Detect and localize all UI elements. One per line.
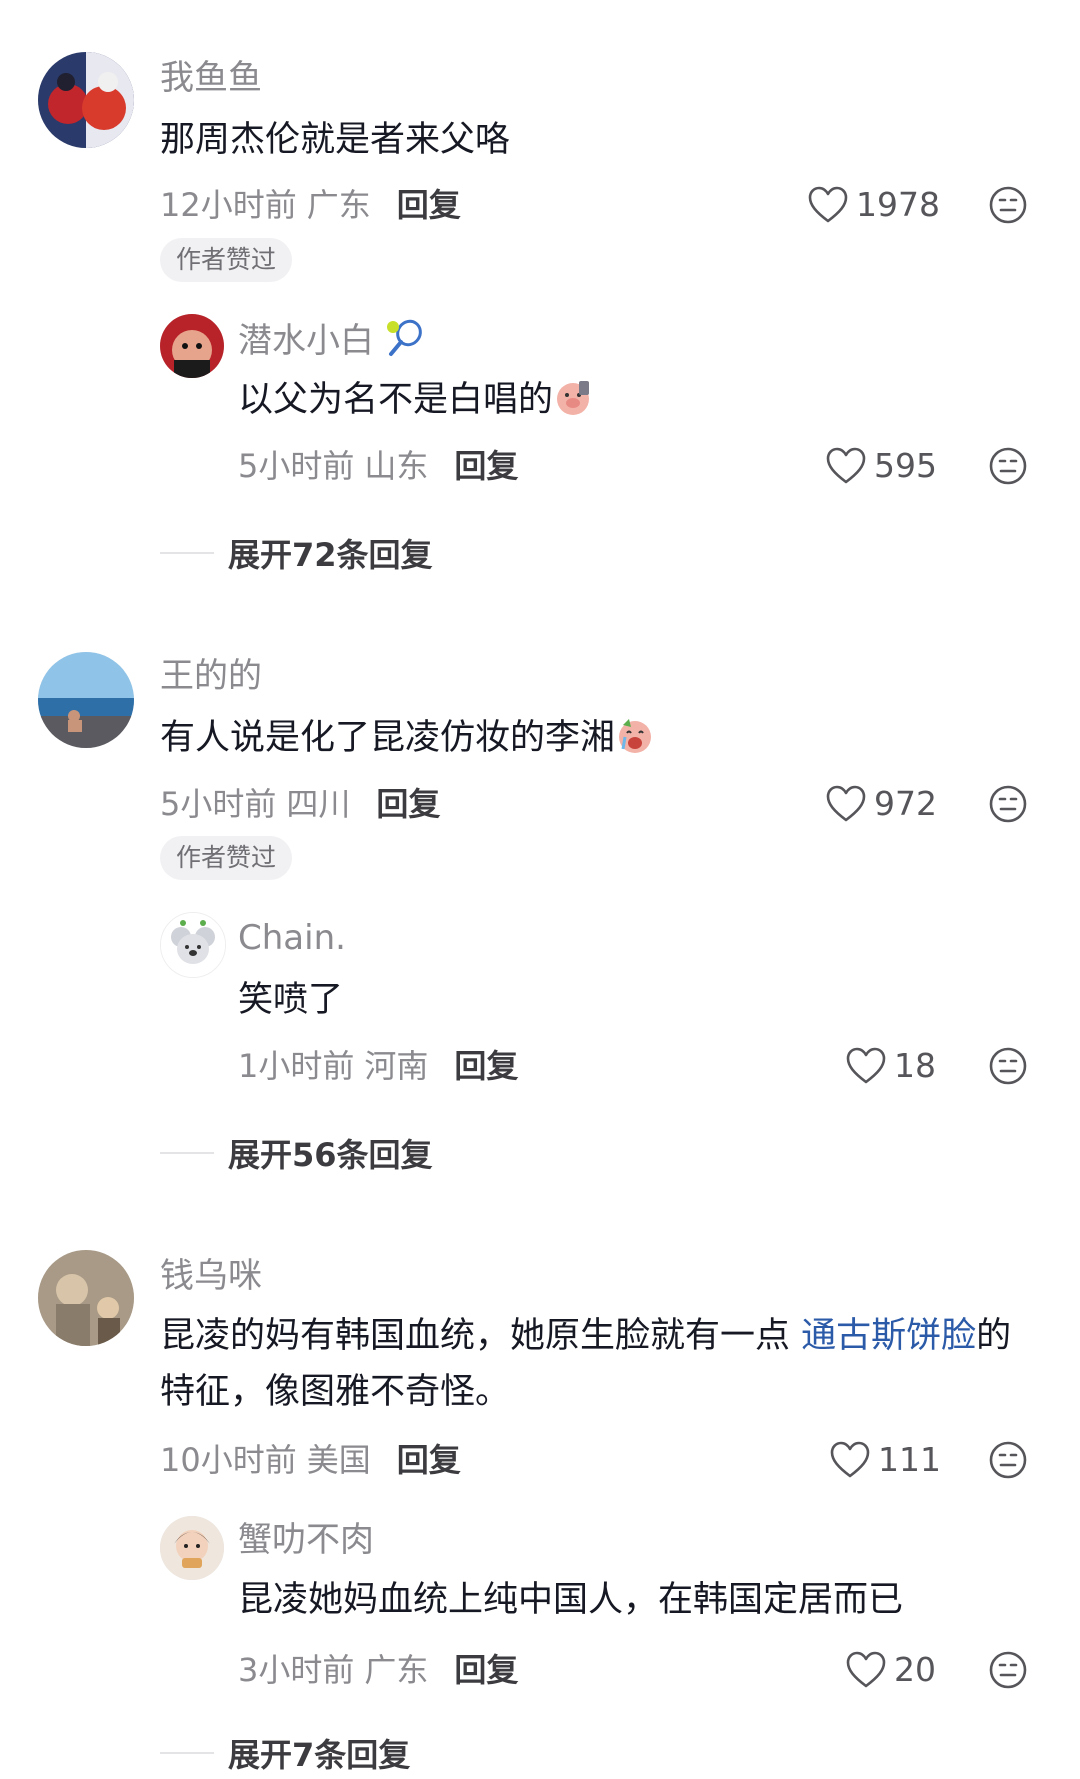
comment-username[interactable]: 王的的 — [160, 656, 262, 696]
avatar[interactable] — [160, 912, 226, 978]
like-count: 111 — [878, 1440, 941, 1479]
reply-region: 广东 — [364, 1651, 429, 1689]
reply-region: 河南 — [364, 1047, 429, 1085]
tennis-racket-icon — [386, 319, 422, 356]
heart-outline-icon — [826, 785, 866, 823]
comment-time: 5小时前 — [160, 785, 277, 823]
comment-region: 广东 — [306, 186, 371, 224]
like-count: 972 — [874, 784, 937, 823]
like-button[interactable]: 111 — [830, 1440, 941, 1480]
comment-region: 美国 — [306, 1441, 371, 1479]
divider — [160, 1152, 214, 1154]
comment-username[interactable]: 钱乌咪 — [160, 1256, 262, 1296]
reply-username[interactable]: 潜水小白 — [238, 318, 425, 361]
heart-outline-icon — [826, 447, 866, 485]
reply-button[interactable]: 回复 — [376, 785, 440, 823]
heart-outline-icon — [830, 1441, 870, 1479]
like-count: 20 — [894, 1650, 936, 1689]
comment-username[interactable]: 我鱼鱼 — [160, 58, 262, 98]
comment-text: 那周杰伦就是者来父咯 — [160, 120, 511, 160]
heart-outline-icon — [846, 1047, 886, 1085]
like-button[interactable]: 595 — [826, 446, 937, 486]
like-count: 595 — [874, 446, 937, 485]
reply-time: 1小时前 — [238, 1047, 355, 1085]
emoji-reaction-icon[interactable] — [988, 185, 1028, 225]
reply-meta: 5小时前 山东 回复 — [238, 446, 518, 486]
comment-meta: 10小时前 美国 回复 — [160, 1440, 461, 1480]
avatar[interactable] — [38, 1250, 134, 1346]
emoji-reaction-icon[interactable] — [988, 1440, 1028, 1480]
comment-text: 昆凌的妈有韩国血统，她原生脸就有一点 通古斯饼脸的特征，像图雅不奇怪。 — [160, 1316, 1012, 1412]
comment-meta: 12小时前 广东 回复 — [160, 185, 461, 225]
like-button[interactable]: 972 — [826, 784, 937, 824]
expand-replies-button[interactable]: 展开56条回复 — [160, 1130, 433, 1176]
author-liked-badge: 作者赞过 — [160, 836, 293, 880]
reply-region: 山东 — [364, 447, 429, 485]
like-count: 18 — [894, 1046, 936, 1085]
emoji-reaction-icon[interactable] — [988, 1650, 1028, 1690]
avatar[interactable] — [160, 314, 224, 378]
divider — [160, 1752, 214, 1754]
reply-meta: 3小时前 广东 回复 — [238, 1650, 518, 1690]
reply-button[interactable]: 回复 — [397, 1441, 461, 1479]
reply-text: 笑喷了 — [238, 980, 344, 1020]
reply-button[interactable]: 回复 — [397, 186, 461, 224]
avatar[interactable] — [160, 1516, 224, 1580]
reply-time: 3小时前 — [238, 1651, 355, 1689]
reply-username[interactable]: Chain. — [238, 918, 346, 958]
emoji-reaction-icon[interactable] — [988, 1046, 1028, 1086]
like-button[interactable]: 18 — [846, 1046, 936, 1086]
like-count: 1978 — [856, 185, 940, 224]
divider — [160, 552, 214, 554]
reply-meta: 1小时前 河南 回复 — [238, 1046, 518, 1086]
heart-outline-icon — [846, 1651, 886, 1689]
author-liked-badge: 作者赞过 — [160, 238, 293, 282]
avatar[interactable] — [38, 652, 134, 748]
expand-replies-button[interactable]: 展开7条回复 — [160, 1730, 410, 1776]
crying-piggy-emoji-icon — [619, 719, 652, 753]
reply-text: 以父为名不是白唱的 — [238, 372, 978, 428]
reply-button[interactable]: 回复 — [454, 1047, 518, 1085]
piggy-face-emoji-icon — [557, 381, 590, 415]
reply-button[interactable]: 回复 — [454, 1651, 518, 1689]
avatar[interactable] — [38, 52, 134, 148]
emoji-reaction-icon[interactable] — [988, 784, 1028, 824]
like-button[interactable]: 1978 — [808, 185, 940, 225]
like-button[interactable]: 20 — [846, 1650, 936, 1690]
comment-time: 12小时前 — [160, 186, 297, 224]
reply-time: 5小时前 — [238, 447, 355, 485]
expand-replies-button[interactable]: 展开72条回复 — [160, 530, 433, 576]
comment-meta: 5小时前 四川 回复 — [160, 784, 440, 824]
reply-username[interactable]: 蟹叻不肉 — [238, 1520, 374, 1560]
search-keyword-link[interactable]: 通古斯饼脸 — [801, 1316, 976, 1356]
heart-outline-icon — [808, 186, 848, 224]
reply-button[interactable]: 回复 — [454, 447, 518, 485]
comment-time: 10小时前 — [160, 1441, 297, 1479]
comment-region: 四川 — [286, 785, 351, 823]
emoji-reaction-icon[interactable] — [988, 446, 1028, 486]
reply-text: 昆凌她妈血统上纯中国人，在韩国定居而已 — [238, 1580, 904, 1620]
comment-text: 有人说是化了昆凌仿妆的李湘 — [160, 710, 980, 766]
